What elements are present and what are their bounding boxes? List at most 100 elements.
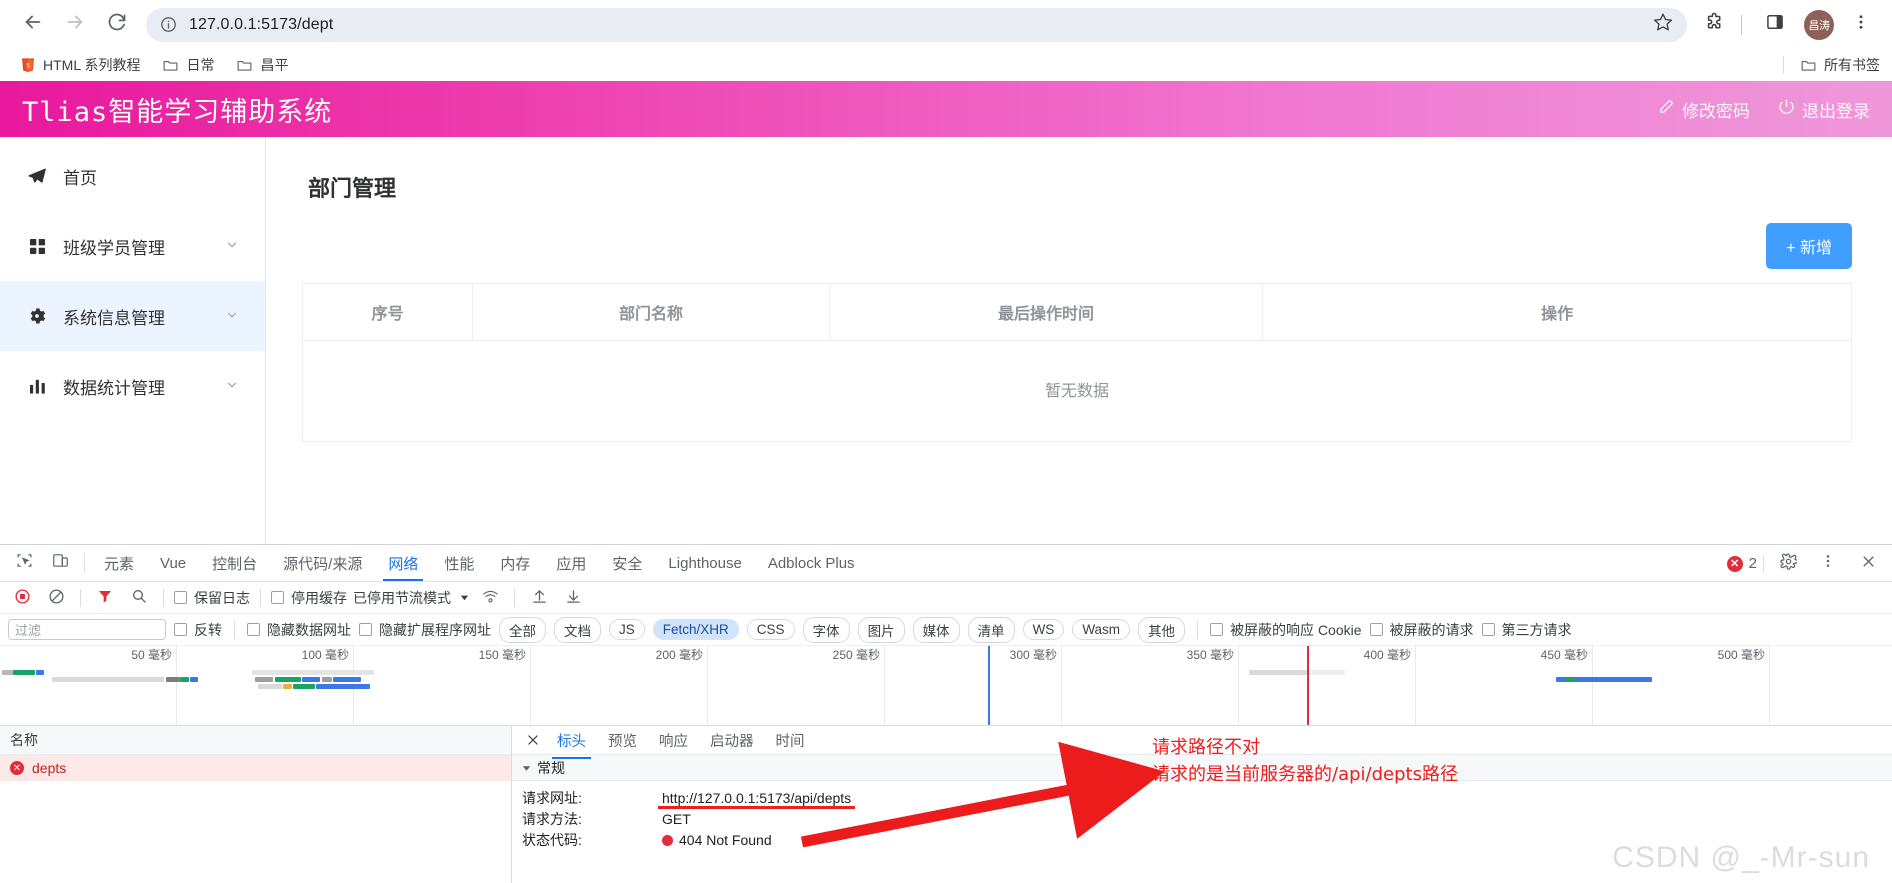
type-chip-media[interactable]: 媒体: [912, 616, 960, 643]
third-party-checkbox[interactable]: 第三方请求: [1481, 620, 1572, 640]
detail-tab-headers[interactable]: 标头: [548, 726, 595, 759]
checkbox-box: [271, 591, 284, 604]
tab-security[interactable]: 安全: [599, 545, 655, 581]
hide-data-urls-checkbox[interactable]: 隐藏数据网址: [247, 620, 351, 640]
type-chip-all[interactable]: 全部: [499, 616, 546, 643]
blocked-requests-checkbox[interactable]: 被屏蔽的请求: [1369, 620, 1474, 640]
search-icon: [131, 588, 147, 607]
sidebar-item-system-info[interactable]: 系统信息管理: [0, 281, 265, 351]
type-chip-fetch-xhr[interactable]: Fetch/XHR: [652, 619, 739, 640]
request-row-depts[interactable]: ✕ depts: [0, 755, 511, 781]
tab-application[interactable]: 应用: [543, 545, 599, 581]
triangle-down-icon: [522, 760, 531, 776]
type-chip-doc[interactable]: 文档: [554, 616, 601, 643]
logout-button[interactable]: 退出登录: [1778, 97, 1870, 122]
devtools-close-button[interactable]: [1850, 554, 1886, 574]
html5-icon: 5: [20, 57, 36, 73]
filter-input[interactable]: 过滤: [8, 619, 166, 640]
devtools-panel: 元素 Vue 控制台 源代码/来源 网络 性能 内存 应用 安全 Lightho…: [0, 544, 1892, 883]
device-toolbar-button[interactable]: [42, 545, 78, 581]
add-button[interactable]: + 新增: [1766, 223, 1852, 269]
all-bookmarks-label: 所有书签: [1824, 57, 1880, 73]
star-icon[interactable]: [1653, 12, 1673, 37]
sidebar-item-home[interactable]: 首页: [0, 141, 265, 211]
tab-lighthouse[interactable]: Lighthouse: [655, 545, 754, 581]
change-password-button[interactable]: 修改密码: [1658, 97, 1750, 122]
chevron-down-icon: [225, 378, 239, 395]
bookmark-item-html[interactable]: 5 HTML 系列教程: [12, 52, 148, 78]
forward-button[interactable]: [56, 6, 94, 44]
tab-memory[interactable]: 内存: [487, 545, 543, 581]
import-har-button[interactable]: [525, 585, 553, 611]
sidebar-item-data-stats[interactable]: 数据统计管理: [0, 351, 265, 421]
extensions-button[interactable]: [1697, 8, 1731, 42]
paper-plane-icon: [26, 166, 48, 186]
type-chip-manifest[interactable]: 清单: [967, 616, 1015, 643]
all-bookmarks-button[interactable]: 所有书签: [1792, 52, 1888, 78]
info-circle-icon[interactable]: [160, 16, 177, 33]
devtools-tabbar-right: ✕ 2: [1726, 545, 1886, 582]
inspect-element-button[interactable]: [6, 545, 42, 581]
bookmarks-bar: 5 HTML 系列教程 日常 昌平 所有书签: [0, 49, 1892, 81]
type-chip-ws[interactable]: WS: [1022, 619, 1065, 640]
annotation-line-2: 请求的是当前服务器的/api/depts路径: [1152, 764, 1458, 785]
clear-button[interactable]: [42, 585, 70, 611]
reload-button[interactable]: [98, 6, 136, 44]
address-bar[interactable]: 127.0.0.1:5173/dept: [146, 7, 1687, 42]
network-conditions-button[interactable]: [476, 585, 504, 611]
type-chip-other[interactable]: 其他: [1138, 616, 1186, 643]
reload-icon: [107, 12, 127, 37]
record-stop-icon: [14, 588, 31, 608]
error-count-badge[interactable]: ✕ 2: [1726, 555, 1757, 572]
detail-tab-preview[interactable]: 预览: [599, 726, 646, 755]
detail-tab-response[interactable]: 响应: [650, 726, 697, 755]
export-har-button[interactable]: [559, 585, 587, 611]
tab-vue[interactable]: Vue: [147, 545, 199, 581]
back-button[interactable]: [14, 6, 52, 44]
browser-menu-button[interactable]: [1844, 8, 1878, 42]
error-icon: ✕: [1726, 555, 1743, 572]
tab-elements[interactable]: 元素: [91, 545, 147, 581]
field-value: http://127.0.0.1:5173/api/depts: [657, 789, 856, 809]
record-button[interactable]: [8, 585, 36, 611]
throttling-label: 已停用节流模式: [353, 589, 451, 606]
detail-tab-initiator[interactable]: 启动器: [701, 726, 763, 755]
change-password-label: 修改密码: [1682, 101, 1750, 121]
checkbox-box: [1369, 623, 1383, 636]
tab-adblock-plus[interactable]: Adblock Plus: [755, 545, 868, 581]
throttling-select[interactable]: 已停用节流模式: [353, 588, 470, 608]
export-har-icon: [565, 588, 582, 608]
sidebar-item-class-student[interactable]: 班级学员管理: [0, 211, 265, 281]
avatar[interactable]: 昌涛: [1804, 9, 1834, 40]
bookmark-item-daily[interactable]: 日常: [154, 52, 222, 78]
type-chip-wasm[interactable]: Wasm: [1072, 619, 1131, 640]
search-button[interactable]: [125, 585, 153, 611]
type-chip-img[interactable]: 图片: [857, 616, 905, 643]
invert-checkbox[interactable]: 反转: [174, 620, 222, 640]
devtools-more-button[interactable]: [1810, 553, 1846, 574]
network-overview-timeline[interactable]: 50 毫秒 100 毫秒 150 毫秒 200 毫秒 250 毫秒 300 毫秒…: [0, 646, 1892, 726]
network-conditions-icon: [482, 588, 499, 608]
network-toolbar: 保留日志 停用缓存 已停用节流模式: [0, 582, 1892, 614]
tab-network[interactable]: 网络: [375, 545, 431, 581]
devtools-settings-button[interactable]: [1770, 553, 1806, 575]
preserve-log-checkbox[interactable]: 保留日志: [174, 588, 250, 608]
hide-extension-urls-checkbox[interactable]: 隐藏扩展程序网址: [359, 620, 491, 640]
gear-icon: [26, 306, 48, 326]
blocked-cookies-checkbox[interactable]: 被屏蔽的响应 Cookie: [1210, 620, 1362, 640]
bookmark-item-changping[interactable]: 昌平: [228, 52, 296, 78]
disable-cache-checkbox[interactable]: 停用缓存: [271, 588, 347, 608]
type-chip-js[interactable]: JS: [609, 619, 645, 640]
tab-performance[interactable]: 性能: [431, 545, 487, 581]
tab-console[interactable]: 控制台: [199, 545, 270, 581]
detail-close-button[interactable]: [522, 733, 544, 747]
side-panel-button[interactable]: [1758, 8, 1792, 42]
type-chip-css[interactable]: CSS: [746, 619, 795, 640]
field-request-method: 请求方法: GET: [522, 808, 1892, 829]
blocked-requests-label: 被屏蔽的请求: [1389, 621, 1474, 638]
filter-toggle-button[interactable]: [91, 585, 119, 611]
detail-tab-timing[interactable]: 时间: [767, 726, 814, 755]
type-chip-font[interactable]: 字体: [802, 616, 850, 643]
invert-label: 反转: [194, 621, 222, 638]
tab-sources[interactable]: 源代码/来源: [270, 545, 375, 581]
